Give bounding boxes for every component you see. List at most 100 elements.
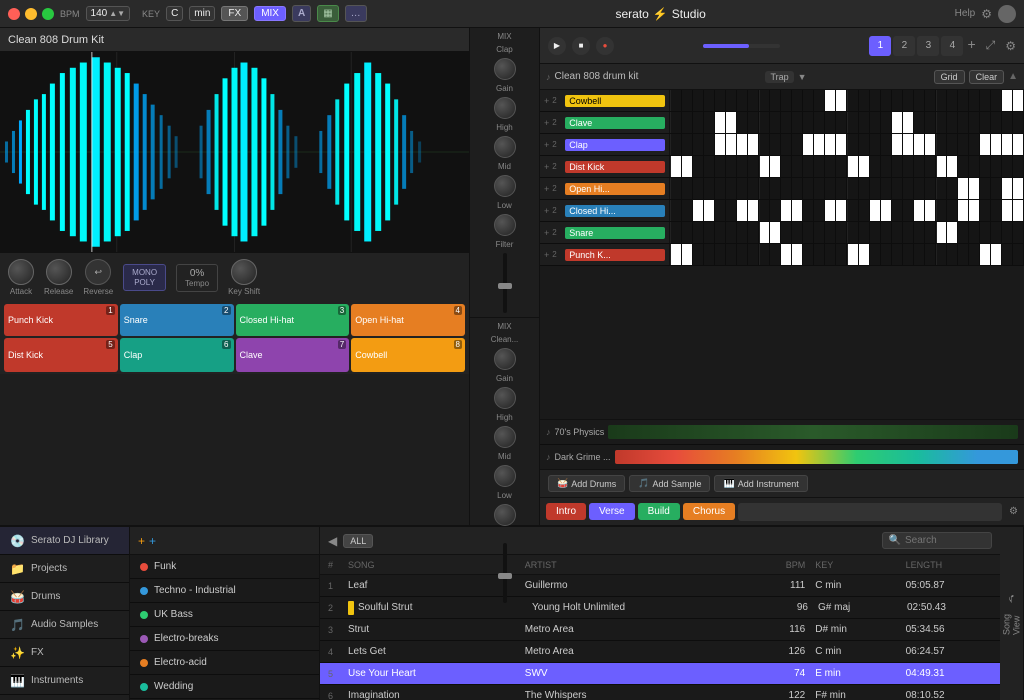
seq-cell[interactable] [792, 156, 803, 177]
seq-cell[interactable] [748, 178, 759, 199]
seq-cell[interactable] [814, 222, 825, 243]
play-button[interactable]: ▶ [548, 37, 566, 55]
seq-cell[interactable] [759, 156, 771, 177]
seq-cell[interactable] [870, 134, 881, 155]
reverse-control[interactable]: ↩ Reverse [83, 259, 113, 296]
seq-cell[interactable] [781, 244, 792, 265]
help-button[interactable]: Help [955, 8, 976, 19]
pad-clap[interactable]: Clap 6 [120, 338, 234, 372]
user-avatar[interactable] [998, 5, 1016, 23]
seq-cell[interactable] [881, 200, 892, 221]
song-row-5[interactable]: 5 Use Your Heart SWV 74 E min 04:49.31 [320, 663, 1000, 685]
seq-cell[interactable] [770, 200, 781, 221]
folder-item-wedding[interactable]: Wedding [130, 675, 319, 699]
seq-cell[interactable] [947, 222, 958, 243]
seq-cell[interactable] [925, 156, 936, 177]
seq-cell[interactable] [682, 134, 693, 155]
seq-cell[interactable] [859, 244, 870, 265]
seq-cell[interactable] [836, 200, 847, 221]
seq-cell[interactable] [847, 112, 859, 133]
seq-cell[interactable] [991, 156, 1002, 177]
seq-cell[interactable] [936, 112, 948, 133]
seq-cell[interactable] [969, 90, 980, 111]
pad-snare[interactable]: Snare 2 [120, 304, 234, 336]
track-label-clave[interactable]: Clave [565, 117, 665, 129]
seq-cell[interactable] [781, 178, 792, 199]
seq-num-3[interactable]: 3 [917, 36, 939, 56]
seq-cell[interactable] [693, 156, 704, 177]
seq-cell[interactable] [737, 200, 748, 221]
seq-cell[interactable] [947, 134, 958, 155]
seq-cell[interactable] [1013, 222, 1024, 243]
add-instrument-button[interactable]: 🎹 Add Instrument [714, 475, 807, 492]
seq-cell[interactable] [682, 178, 693, 199]
seq-cell[interactable] [903, 90, 914, 111]
seq-cell[interactable] [682, 156, 693, 177]
seq-cell[interactable] [759, 134, 771, 155]
seq-cell[interactable] [726, 222, 737, 243]
seq-cell[interactable] [693, 222, 704, 243]
seq-scroll-up[interactable]: ▲ [1008, 71, 1018, 82]
seq-cell[interactable] [715, 222, 726, 243]
folder-item-techno[interactable]: Techno - Industrial [130, 579, 319, 603]
seq-add-button[interactable]: + [967, 36, 975, 56]
seq-cell[interactable] [814, 112, 825, 133]
seq-cell[interactable] [881, 222, 892, 243]
seq-cell[interactable] [1002, 178, 1013, 199]
mix-button[interactable]: MIX [254, 6, 286, 21]
arr-verse-button[interactable]: Verse [589, 503, 635, 520]
seq-cell[interactable] [1013, 156, 1024, 177]
grid-button[interactable]: Grid [934, 70, 965, 84]
seq-cell[interactable] [781, 200, 792, 221]
seq-cell[interactable] [781, 112, 792, 133]
seq-cell[interactable] [969, 244, 980, 265]
seq-cell[interactable] [870, 222, 881, 243]
track-label-closedhi[interactable]: Closed Hi... [565, 205, 665, 217]
seq-cell[interactable] [892, 112, 903, 133]
seq-cell[interactable] [903, 112, 914, 133]
seq-cell[interactable] [693, 134, 704, 155]
seq-cell[interactable] [870, 200, 881, 221]
key-shift-control[interactable]: Key Shift [228, 259, 260, 296]
seq-cell[interactable] [1002, 222, 1013, 243]
seq-cell[interactable] [825, 112, 836, 133]
track-label-openhi[interactable]: Open Hi... [565, 183, 665, 195]
seq-cell[interactable] [958, 90, 969, 111]
seq-cell[interactable] [936, 200, 948, 221]
seq-cell[interactable] [847, 178, 859, 199]
seq-cell[interactable] [825, 156, 836, 177]
seq-cell[interactable] [836, 178, 847, 199]
folder-item-funk[interactable]: Funk [130, 555, 319, 579]
seq-cell[interactable] [847, 134, 859, 155]
seq-cell[interactable] [792, 244, 803, 265]
arr-settings-icon[interactable]: ⚙ [1009, 506, 1018, 517]
seq-cell[interactable] [792, 90, 803, 111]
seq-cell[interactable] [991, 178, 1002, 199]
seq-cell[interactable] [704, 156, 715, 177]
seq-cell[interactable] [770, 156, 781, 177]
add-sample-button[interactable]: 🎵 Add Sample [629, 475, 710, 492]
seq-cell[interactable] [958, 156, 969, 177]
seq-cell[interactable] [980, 200, 991, 221]
add-folder-icon[interactable]: + [138, 534, 145, 548]
seq-cell[interactable] [825, 178, 836, 199]
seq-cell[interactable] [847, 244, 859, 265]
seq-cell[interactable] [859, 90, 870, 111]
seq-cell[interactable] [704, 200, 715, 221]
sidebar-item-instruments[interactable]: 🎹 Instruments [0, 667, 129, 695]
seq-cell[interactable] [925, 134, 936, 155]
seq-cell[interactable] [836, 90, 847, 111]
track-label-cowbell[interactable]: Cowbell [565, 95, 665, 107]
seq-cell[interactable] [759, 200, 771, 221]
fx-button[interactable]: FX [221, 6, 248, 21]
seq-cell[interactable] [859, 222, 870, 243]
low-knob2[interactable] [494, 465, 516, 487]
seq-cell[interactable] [836, 112, 847, 133]
seq-cell[interactable] [770, 244, 781, 265]
song-row-3[interactable]: 3 Strut Metro Area 116 D# min 05:34.56 [320, 619, 1000, 641]
seq-cell[interactable] [748, 134, 759, 155]
seq-cell[interactable] [726, 178, 737, 199]
folder-item-electrobreaks[interactable]: Electro-breaks [130, 627, 319, 651]
seq-cell[interactable] [693, 178, 704, 199]
seq-cell[interactable] [770, 112, 781, 133]
